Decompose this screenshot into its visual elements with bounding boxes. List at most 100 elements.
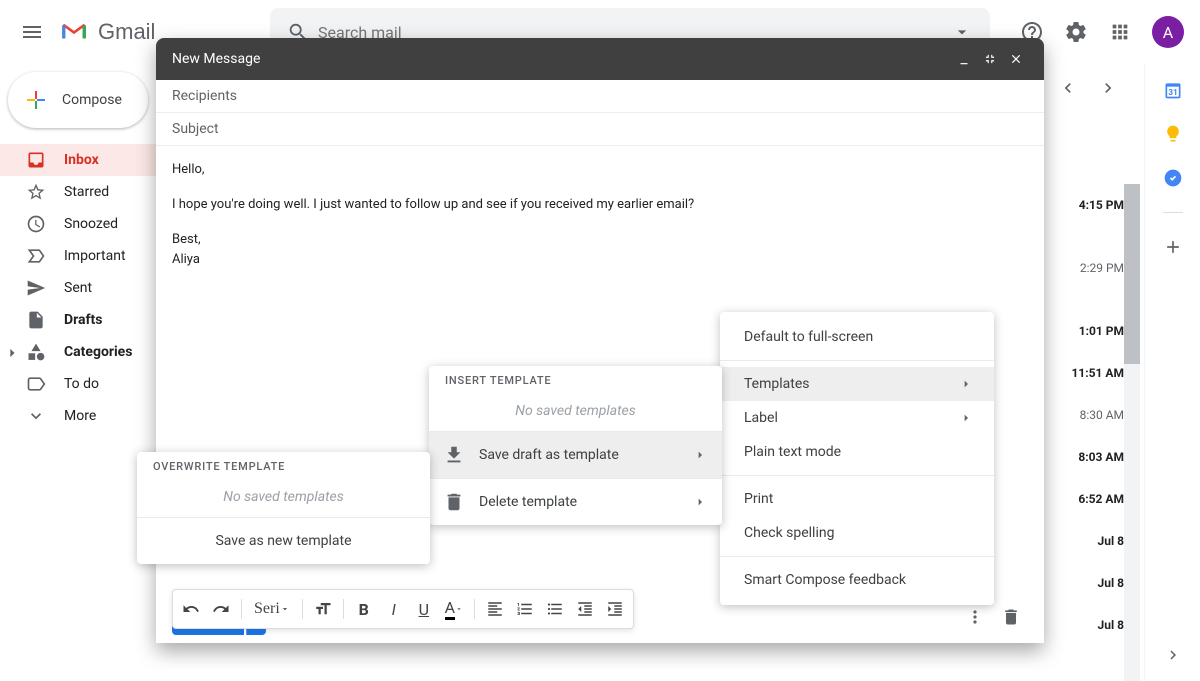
caret-down-icon	[280, 604, 290, 614]
body-line: Hello,	[172, 160, 1028, 181]
text-size-icon	[314, 600, 332, 618]
sidebar-item-label: Starred	[64, 184, 109, 200]
save-draft-as-template[interactable]: Save draft as template	[429, 432, 722, 478]
chevron-right-icon	[692, 494, 708, 510]
star-icon	[26, 182, 46, 202]
bold-button[interactable]: B	[350, 595, 378, 623]
sidebar-item-label: Important	[64, 248, 126, 264]
trash-icon	[443, 491, 465, 513]
body-line: Best,Aliya	[172, 230, 1028, 272]
recipients-field[interactable]: Recipients	[156, 80, 1044, 113]
menu-check-spelling[interactable]: Check spelling	[720, 516, 994, 550]
align-button[interactable]	[481, 595, 509, 623]
menu-plain-text[interactable]: Plain text mode	[720, 435, 994, 469]
save-as-new-template[interactable]: Save as new template	[137, 518, 430, 564]
font-size-button[interactable]	[309, 595, 337, 623]
list-numbered-icon	[516, 600, 534, 618]
side-panel: 31	[1144, 64, 1200, 681]
gear-icon	[1064, 20, 1088, 44]
compose-titlebar[interactable]: New Message	[156, 38, 1044, 80]
sidebar-item-label: More	[64, 408, 96, 424]
mail-time: 2:29 PM	[1080, 261, 1124, 275]
discard-button[interactable]	[994, 600, 1028, 634]
subject-field[interactable]: Subject	[156, 113, 1044, 146]
close-icon	[1009, 52, 1023, 66]
main-menu-button[interactable]	[8, 8, 56, 56]
body-line: I hope you're doing well. I just wanted …	[172, 195, 1028, 216]
font-select[interactable]: Seri	[248, 595, 296, 623]
bulleted-list-button[interactable]	[541, 595, 569, 623]
apps-button[interactable]	[1100, 12, 1140, 52]
gmail-wordmark: Gmail	[98, 19, 155, 45]
redo-icon	[212, 600, 230, 618]
svg-text:31: 31	[1168, 88, 1178, 98]
sidebar-item-label: Inbox	[64, 152, 99, 168]
newer-button[interactable]	[1052, 72, 1084, 104]
chevron-right-icon	[692, 447, 708, 463]
chevron-right-icon	[958, 376, 974, 392]
chevron-right-icon	[958, 410, 974, 426]
settings-button[interactable]	[1056, 12, 1096, 52]
list-bulleted-icon	[546, 600, 564, 618]
more-vert-icon	[965, 607, 985, 627]
more-options-button[interactable]	[958, 600, 992, 634]
redo-button[interactable]	[207, 595, 235, 623]
important-icon	[26, 246, 46, 266]
minimize-button[interactable]	[952, 47, 976, 71]
overwrite-header: OVERWRITE TEMPLATE	[137, 452, 430, 483]
underline-button[interactable]: U	[410, 595, 438, 623]
compose-button[interactable]: Compose	[8, 72, 148, 128]
sidebar-item-label: Categories	[64, 344, 132, 360]
download-icon	[443, 444, 465, 466]
mail-time: 8:30 AM	[1080, 408, 1124, 422]
delete-template[interactable]: Delete template	[429, 479, 722, 525]
collapse-side-panel[interactable]	[1159, 641, 1187, 669]
indent-decrease-icon	[576, 600, 594, 618]
menu-smart-compose-feedback[interactable]: Smart Compose feedback	[720, 563, 994, 597]
close-button[interactable]	[1004, 47, 1028, 71]
mail-time: Jul 8	[1098, 534, 1124, 548]
clock-icon	[26, 214, 46, 234]
hamburger-icon	[20, 20, 44, 44]
templates-submenu: INSERT TEMPLATE No saved templates Save …	[429, 366, 722, 525]
indent-less-button[interactable]	[571, 595, 599, 623]
undo-button[interactable]	[177, 595, 205, 623]
scrollbar[interactable]	[1124, 184, 1140, 681]
text-color-button[interactable]: A	[440, 595, 468, 623]
account-avatar[interactable]: A	[1152, 16, 1184, 48]
numbered-list-button[interactable]	[511, 595, 539, 623]
sidebar-item-label: Sent	[64, 280, 92, 296]
mail-time: Jul 8	[1098, 576, 1124, 590]
chevron-right-icon	[2, 343, 22, 363]
menu-print[interactable]: Print	[720, 482, 994, 516]
menu-label[interactable]: Label	[720, 401, 994, 435]
gmail-icon	[60, 21, 88, 43]
indent-more-button[interactable]	[601, 595, 629, 623]
exit-fullscreen-icon	[983, 52, 997, 66]
sidebar-item-label: Drafts	[64, 312, 102, 328]
plus-icon	[24, 88, 48, 112]
tasks-icon[interactable]	[1163, 168, 1183, 188]
italic-button[interactable]: I	[380, 595, 408, 623]
minimize-icon	[957, 52, 971, 66]
send-icon	[26, 278, 46, 298]
categories-icon	[26, 342, 46, 362]
compose-title: New Message	[172, 51, 260, 67]
add-icon[interactable]	[1163, 237, 1183, 257]
fullscreen-button[interactable]	[978, 47, 1002, 71]
mail-time: Jul 8	[1098, 618, 1124, 632]
chevron-right-icon	[1098, 78, 1118, 98]
sidebar-item-label: To do	[64, 376, 99, 392]
older-button[interactable]	[1092, 72, 1124, 104]
more-options-menu: Default to full-screen Templates Label P…	[720, 312, 994, 605]
label-icon	[26, 374, 46, 394]
no-saved-templates: No saved templates	[429, 397, 722, 431]
format-toolbar: Seri B I U A	[172, 589, 634, 629]
trash-icon	[1001, 607, 1021, 627]
calendar-icon[interactable]: 31	[1163, 80, 1183, 100]
insert-template-header: INSERT TEMPLATE	[429, 366, 722, 397]
scrollbar-thumb[interactable]	[1124, 184, 1140, 364]
keep-icon[interactable]	[1163, 124, 1183, 144]
menu-default-fullscreen[interactable]: Default to full-screen	[720, 320, 994, 354]
menu-templates[interactable]: Templates	[720, 367, 994, 401]
